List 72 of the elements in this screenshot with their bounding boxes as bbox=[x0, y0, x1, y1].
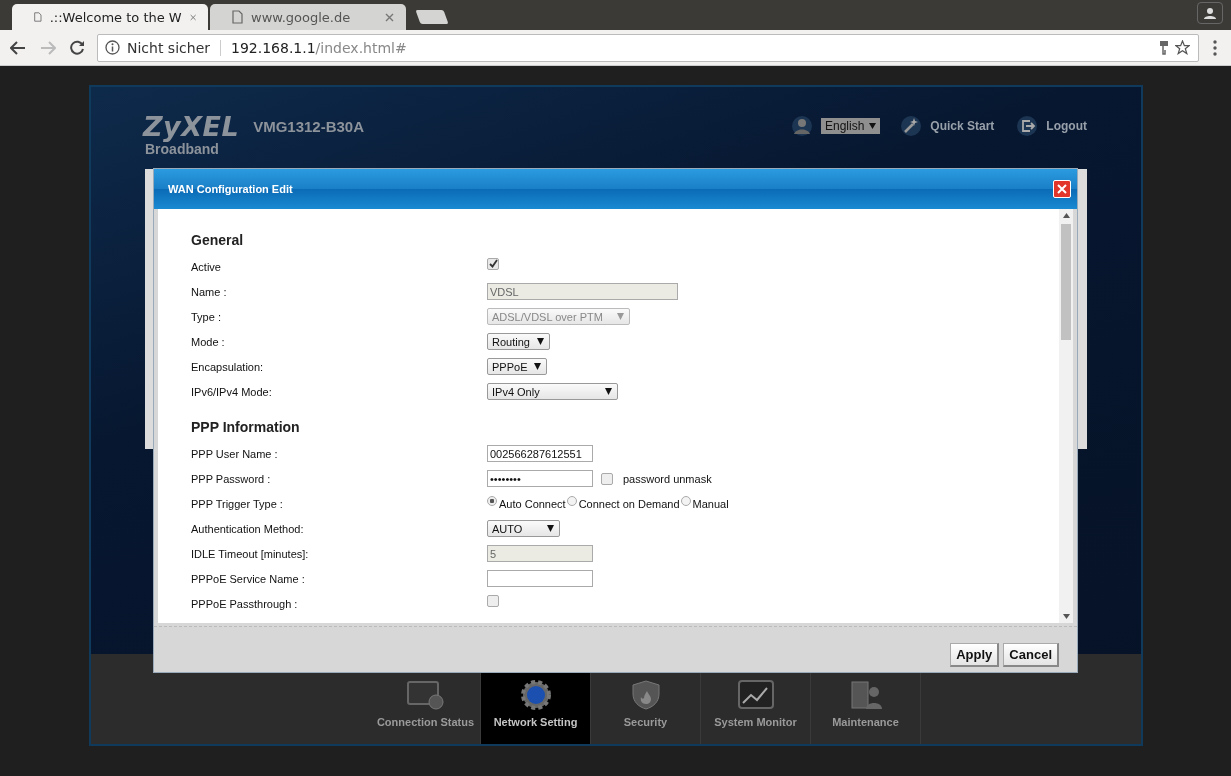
profile-button[interactable] bbox=[1197, 2, 1223, 24]
brand-logo: ZyXEL bbox=[143, 110, 240, 142]
checkbox-label: password unmask bbox=[623, 472, 712, 485]
browser-tab[interactable]: .::Welcome to the W bbox=[12, 4, 208, 30]
caret-icon bbox=[605, 388, 612, 395]
scrollbar[interactable] bbox=[1059, 209, 1073, 623]
menu-icon[interactable] bbox=[1213, 39, 1217, 56]
quick-start-link[interactable]: Quick Start bbox=[930, 119, 995, 133]
close-button[interactable] bbox=[1053, 180, 1071, 198]
url-text: 192.168.1.1/index.html# bbox=[231, 39, 407, 56]
section-heading: PPP Information bbox=[191, 418, 301, 437]
checkbox[interactable] bbox=[487, 257, 499, 270]
back-icon[interactable] bbox=[10, 40, 26, 55]
checkbox[interactable] bbox=[487, 594, 499, 607]
input-field[interactable]: 002566287612551 bbox=[487, 445, 593, 462]
wand-icon bbox=[900, 115, 923, 137]
field-label: Active bbox=[191, 260, 222, 273]
user-icon bbox=[1204, 7, 1216, 19]
language-dropdown[interactable]: English bbox=[820, 118, 881, 134]
logout-link[interactable]: Logout bbox=[1046, 119, 1087, 133]
field-label: IDLE Timeout [minutes]: bbox=[191, 547, 310, 560]
dropdown[interactable]: Routing bbox=[487, 333, 550, 350]
model-name: VMG1312-B30A bbox=[253, 117, 365, 135]
field-label: Encapsulation: bbox=[191, 360, 265, 373]
scrollbar-thumb[interactable] bbox=[1061, 224, 1071, 340]
radio-option[interactable]: Connect on Demand bbox=[566, 497, 680, 510]
field-label: Mode : bbox=[191, 335, 226, 348]
reload-icon[interactable] bbox=[70, 40, 85, 55]
dropdown[interactable]: PPPoE bbox=[487, 358, 547, 375]
user-icon bbox=[790, 115, 813, 137]
caret-icon bbox=[869, 123, 877, 129]
scroll-down-icon[interactable] bbox=[1062, 614, 1070, 619]
field-label: IPv6/IPv4 Mode: bbox=[191, 385, 273, 398]
field-label: Name : bbox=[191, 285, 228, 298]
dropdown[interactable]: IPv4 Only bbox=[487, 383, 618, 400]
section-heading: General bbox=[191, 231, 245, 250]
caret-icon bbox=[534, 363, 541, 370]
address-bar[interactable]: Nicht sicher 192.168.1.1/index.html# bbox=[97, 33, 1199, 62]
info-icon bbox=[105, 40, 120, 55]
field-label: PPP User Name : bbox=[191, 447, 279, 460]
field-label: PPPoE Passthrough : bbox=[191, 597, 299, 610]
monitor-icon bbox=[405, 680, 446, 710]
radio-option[interactable]: Manual bbox=[680, 497, 729, 510]
field-label: Authentication Method: bbox=[191, 522, 305, 535]
close-icon bbox=[1057, 184, 1067, 194]
key-icon[interactable] bbox=[1160, 40, 1168, 55]
radio-option[interactable]: Auto Connect bbox=[487, 497, 566, 510]
dialog-button[interactable]: Cancel bbox=[1003, 642, 1059, 667]
field-label: PPP Trigger Type : bbox=[191, 497, 284, 510]
star-icon[interactable] bbox=[1175, 40, 1190, 55]
field-label: Type : bbox=[191, 310, 222, 323]
dropdown[interactable]: AUTO bbox=[487, 520, 560, 537]
browser-tab[interactable]: www.google.de bbox=[210, 4, 406, 30]
logout-icon bbox=[1016, 115, 1039, 137]
dialog-title: WAN Configuration Edit bbox=[168, 183, 294, 195]
new-tab-button[interactable] bbox=[415, 10, 449, 24]
password-field[interactable]: •••••••• bbox=[487, 470, 593, 487]
input-field[interactable] bbox=[487, 570, 593, 587]
document-icon bbox=[34, 10, 42, 24]
document-icon bbox=[232, 10, 243, 24]
scroll-up-icon[interactable] bbox=[1062, 213, 1070, 218]
dialog-button[interactable]: Apply bbox=[950, 642, 1000, 667]
chart-icon bbox=[735, 680, 776, 710]
caret-icon bbox=[537, 338, 544, 345]
security-label: Nicht sicher bbox=[127, 39, 210, 56]
field-label: PPP Password : bbox=[191, 472, 272, 485]
field-label: PPPoE Service Name : bbox=[191, 572, 306, 585]
page-title: Broadband bbox=[145, 141, 219, 157]
caret-icon bbox=[617, 313, 624, 320]
close-icon[interactable] bbox=[385, 12, 394, 22]
checkbox[interactable] bbox=[601, 472, 613, 485]
caret-icon bbox=[547, 525, 554, 532]
